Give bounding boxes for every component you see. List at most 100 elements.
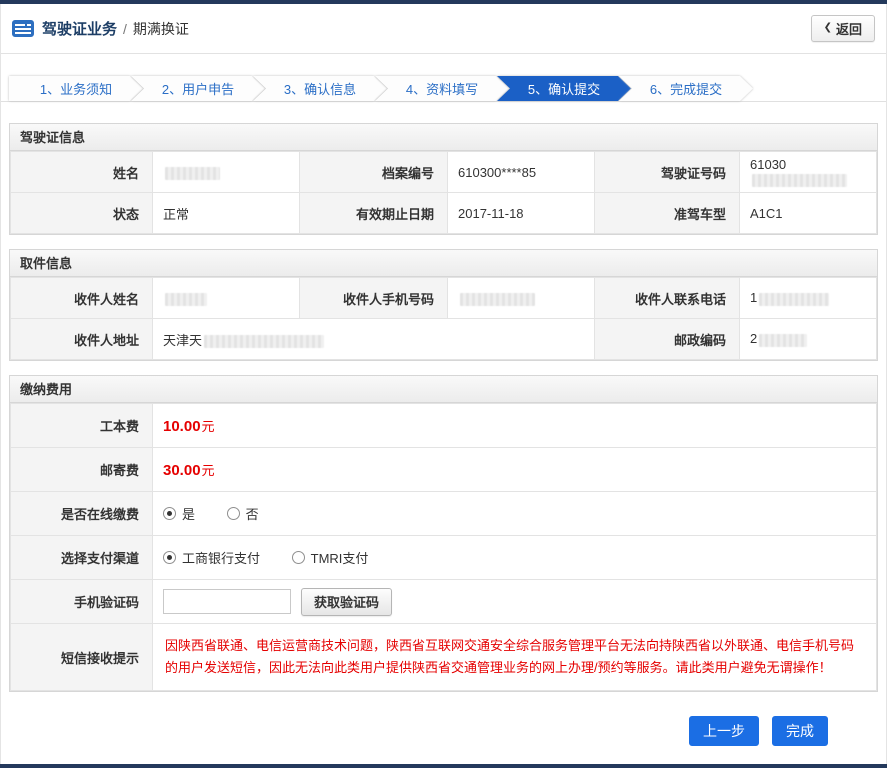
radio-selected-icon	[163, 551, 176, 564]
step-3-confirm-info: 3、确认信息	[253, 76, 387, 101]
name-label: 姓名	[10, 151, 153, 193]
status-value: 正常	[152, 192, 300, 234]
license-section-title: 驾驶证信息	[10, 124, 877, 151]
recipient-address-value: 天津天	[152, 318, 595, 360]
file-number-label: 档案编号	[299, 151, 448, 193]
redacted-recipient-address	[204, 334, 325, 348]
redacted-license-number	[752, 174, 847, 188]
name-value	[152, 151, 300, 193]
production-fee-label: 工本费	[10, 403, 153, 448]
online-payment-label: 是否在线缴费	[10, 491, 153, 536]
finish-button[interactable]: 完成	[772, 716, 828, 746]
payment-channel-label: 选择支付渠道	[10, 535, 153, 580]
table-row: 收件人地址 天津天 邮政编码 2	[10, 318, 877, 360]
online-payment-options: 是 否	[152, 491, 877, 536]
back-button-label: 返回	[835, 22, 862, 37]
table-row: 状态 正常 有效期止日期 2017-11-18 准驾车型 A1C1	[10, 192, 877, 234]
table-row: 短信接收提示 因陕西省联通、电信运营商技术问题，陕西省互联网交通安全综合服务管理…	[10, 623, 877, 691]
recipient-tel-value: 1	[739, 277, 877, 319]
channel-icbc-option[interactable]: 工商银行支付	[163, 548, 260, 567]
sms-notice-label: 短信接收提示	[10, 623, 153, 691]
radio-unselected-icon	[291, 551, 305, 564]
redacted-postal-code	[759, 333, 808, 347]
option-label: 是	[182, 507, 196, 522]
radio-unselected-icon	[226, 507, 240, 520]
license-card-icon	[12, 20, 34, 37]
table-row: 是否在线缴费 是 否	[10, 491, 877, 536]
license-info-table: 姓名 档案编号 610300****85 驾驶证号码 61030 状态 正常 有…	[10, 151, 877, 234]
step-label: 6、完成提交	[649, 82, 723, 97]
back-button[interactable]: ❮ 返回	[810, 15, 875, 42]
radio-selected-icon	[163, 507, 176, 520]
step-label: 1、业务须知	[39, 82, 113, 97]
file-number-value: 610300****85	[447, 151, 595, 193]
step-label: 3、确认信息	[283, 82, 357, 97]
sms-code-cell: 获取验证码	[152, 579, 877, 624]
postal-code-value: 2	[739, 318, 877, 360]
vehicle-type-label: 准驾车型	[594, 192, 740, 234]
step-4-fill-data: 4、资料填写	[375, 76, 509, 101]
recipient-mobile-label: 收件人手机号码	[299, 277, 448, 319]
step-label: 4、资料填写	[405, 82, 479, 97]
option-label: 工商银行支付	[182, 551, 261, 566]
sms-code-input[interactable]	[163, 589, 291, 614]
top-accent-bar	[0, 0, 887, 4]
redacted-name-value	[165, 166, 220, 180]
step-2-user-declaration: 2、用户申告	[131, 76, 265, 101]
license-number-value: 61030	[739, 151, 877, 193]
sms-code-label: 手机验证码	[10, 579, 153, 624]
expiry-date-value: 2017-11-18	[447, 192, 595, 234]
mailing-fee-value: 30.00元	[152, 447, 877, 492]
recipient-name-label: 收件人姓名	[10, 277, 153, 319]
recipient-name-value	[152, 277, 300, 319]
redacted-recipient-mobile	[460, 292, 535, 306]
vehicle-type-value: A1C1	[739, 192, 877, 234]
page-header: 驾驶证业务 / 期满换证 ❮ 返回	[1, 4, 886, 54]
step-6-complete-submit: 6、完成提交	[619, 76, 753, 101]
page-title: 驾驶证业务	[42, 21, 118, 38]
table-row: 收件人姓名 收件人手机号码 收件人联系电话 1	[10, 277, 877, 319]
recipient-tel-label: 收件人联系电话	[594, 277, 740, 319]
status-label: 状态	[10, 192, 153, 234]
production-fee-value: 10.00元	[152, 403, 877, 448]
footer-actions: 上一步 完成	[1, 692, 886, 746]
expiry-date-label: 有效期止日期	[299, 192, 448, 234]
fees-table: 工本费 10.00元 邮寄费 30.00元 是否在线缴费 是 否 选择支付渠道 …	[10, 403, 877, 691]
online-pay-yes-option[interactable]: 是	[163, 504, 195, 523]
pickup-info-section: 取件信息 收件人姓名 收件人手机号码 收件人联系电话 1 收件人地址 天津天 邮…	[9, 249, 878, 361]
breadcrumb: 驾驶证业务 / 期满换证	[12, 18, 189, 39]
prev-step-button[interactable]: 上一步	[689, 716, 759, 746]
license-number-label: 驾驶证号码	[594, 151, 740, 193]
pickup-info-table: 收件人姓名 收件人手机号码 收件人联系电话 1 收件人地址 天津天 邮政编码 2	[10, 277, 877, 360]
step-5-confirm-submit-active: 5、确认提交	[497, 76, 631, 101]
table-row: 邮寄费 30.00元	[10, 447, 877, 492]
recipient-address-label: 收件人地址	[10, 318, 153, 360]
page-container: 驾驶证业务 / 期满换证 ❮ 返回 1、业务须知 2、用户申告 3、确认信息 4…	[0, 4, 887, 764]
redacted-recipient-tel	[759, 292, 830, 306]
page-subtitle: 期满换证	[132, 20, 189, 37]
option-label: 否	[245, 507, 259, 522]
table-row: 姓名 档案编号 610300****85 驾驶证号码 61030	[10, 151, 877, 193]
bottom-accent-bar	[0, 764, 887, 768]
license-info-section: 驾驶证信息 姓名 档案编号 610300****85 驾驶证号码 61030 状…	[9, 123, 878, 235]
table-row: 工本费 10.00元	[10, 403, 877, 448]
step-1-business-notice: 1、业务须知	[9, 76, 143, 101]
step-label: 2、用户申告	[161, 82, 235, 97]
step-label: 5、确认提交	[527, 82, 601, 97]
online-pay-no-option[interactable]: 否	[226, 504, 259, 523]
redacted-recipient-name	[165, 292, 207, 306]
title-separator: /	[123, 20, 127, 37]
step-nav: 1、业务须知 2、用户申告 3、确认信息 4、资料填写 5、确认提交 6、完成提…	[9, 76, 878, 101]
recipient-mobile-value	[447, 277, 595, 319]
channel-tmri-option[interactable]: TMRI支付	[291, 548, 369, 567]
mailing-fee-label: 邮寄费	[10, 447, 153, 492]
table-row: 手机验证码 获取验证码	[10, 579, 877, 624]
get-code-button[interactable]: 获取验证码	[301, 587, 393, 616]
table-row: 选择支付渠道 工商银行支付 TMRI支付	[10, 535, 877, 580]
option-label: TMRI支付	[310, 551, 369, 566]
fees-section: 缴纳费用 工本费 10.00元 邮寄费 30.00元 是否在线缴费 是 否 选择…	[9, 375, 878, 692]
sms-notice-text: 因陕西省联通、电信运营商技术问题，陕西省互联网交通安全综合服务管理平台无法向持陕…	[152, 623, 877, 691]
chevron-left-icon: ❮	[823, 22, 832, 33]
postal-code-label: 邮政编码	[594, 318, 740, 360]
fees-section-title: 缴纳费用	[10, 376, 877, 403]
